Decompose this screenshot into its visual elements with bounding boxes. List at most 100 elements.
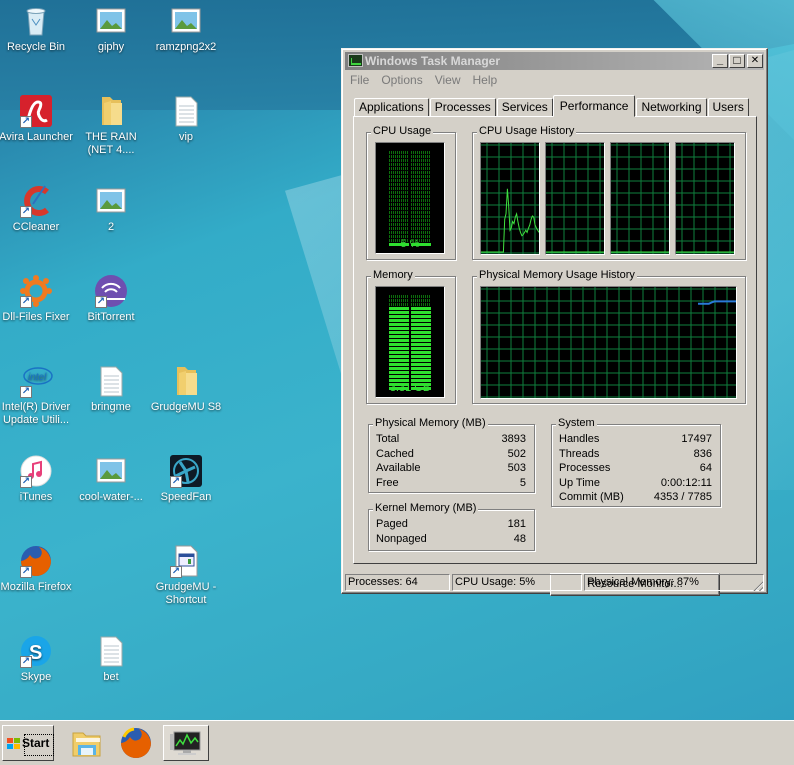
stat-key: Cached: [376, 448, 414, 460]
desktop-icon[interactable]: ↗ SpeedFan: [148, 454, 224, 504]
cpu-meter-segment-off: [389, 159, 409, 162]
desktop-icon-label: bringme: [91, 401, 131, 413]
memory-meter-segment-on: [389, 371, 409, 374]
cpu-meter-segment-off: [411, 235, 431, 238]
status-cpu-usage: CPU Usage: 5%: [452, 574, 582, 591]
cpu-meter-segment-off: [389, 183, 409, 186]
memory-meter-column: [411, 295, 431, 391]
cpu-usage-label: CPU Usage: [371, 125, 434, 137]
desktop-icon[interactable]: ↗ Dll-Files Fixer: [0, 274, 74, 324]
desktop-icon[interactable]: 2: [73, 184, 149, 234]
taskbar-firefox[interactable]: [113, 725, 159, 761]
text-file-icon: [94, 364, 128, 398]
shortcut-arrow-icon: ↗: [20, 116, 32, 128]
desktop-icon[interactable]: vip: [148, 94, 224, 144]
taskbar-task-manager[interactable]: [163, 725, 209, 761]
shortcut-arrow-icon: ↗: [20, 656, 32, 668]
desktop-icon[interactable]: ↗ CCleaner: [0, 184, 74, 234]
cpu-meter-segment-off: [389, 191, 409, 194]
cpu-meter-segment-off: [411, 171, 431, 174]
memory-meter-segment-on: [389, 319, 409, 322]
tab-performance[interactable]: Performance: [552, 95, 636, 117]
stat-row-available: Available 503: [376, 462, 526, 476]
memory-meter-segment-on: [411, 343, 431, 346]
menu-view[interactable]: View: [433, 72, 467, 90]
shortcut-arrow-icon: ↗: [20, 476, 32, 488]
stat-key: Nonpaged: [376, 533, 427, 545]
minimize-button[interactable]: _: [712, 54, 728, 68]
stat-key: Commit (MB): [559, 491, 624, 503]
memory-meter-segment-on: [411, 351, 431, 354]
desktop-icon[interactable]: ↗ Avira Launcher: [0, 94, 74, 144]
menu-options[interactable]: Options: [379, 72, 428, 90]
tab-applications[interactable]: Applications: [354, 98, 429, 117]
desktop-icon[interactable]: bringme: [73, 364, 149, 414]
desktop-icon[interactable]: S ↗ Skype: [0, 634, 74, 684]
cpu-meter-segment-off: [411, 207, 431, 210]
memory-meter-segment-off: [411, 299, 431, 302]
memory-meter-segment-on: [389, 327, 409, 330]
cpu-core-graph-2: [545, 142, 605, 255]
cpu-meter-segment-off: [411, 187, 431, 190]
memory-meter-segment-on: [389, 355, 409, 358]
bittorrent-icon: ↗: [94, 274, 128, 308]
desktop-icon-label: ramzpng2x2: [155, 41, 217, 53]
stat-value: 3893: [501, 433, 526, 445]
title-bar[interactable]: Windows Task Manager _ □ ✕: [345, 52, 764, 70]
memory-meter-segment-on: [411, 331, 431, 334]
stat-key: Available: [376, 462, 421, 474]
desktop-icon[interactable]: bet: [73, 634, 149, 684]
memory-meter-segment-on: [411, 323, 431, 326]
kernel-memory-label: Kernel Memory (MB): [373, 502, 479, 514]
cpu-meter-segment-off: [389, 187, 409, 190]
desktop-icon[interactable]: GrudgeMU S8: [148, 364, 224, 414]
desktop-icon[interactable]: ↗ BitTorrent: [73, 274, 149, 324]
stat-value: 836: [693, 448, 712, 460]
start-button[interactable]: Start: [2, 725, 54, 761]
desktop-icon[interactable]: ↗ GrudgeMU - Shortcut: [148, 544, 224, 607]
memory-meter-segment-on: [411, 315, 431, 318]
cpu-core-graph-3: [610, 142, 670, 255]
close-button[interactable]: ✕: [747, 54, 763, 68]
tab-networking[interactable]: Networking: [636, 98, 707, 117]
cpu-meter-segment-off: [389, 167, 409, 170]
cpu-meter-segment-off: [411, 203, 431, 206]
tab-users[interactable]: Users: [707, 98, 749, 117]
stat-key: Processes: [559, 462, 611, 474]
desktop-icon[interactable]: ramzpng2x2: [148, 4, 224, 54]
menu-file[interactable]: File: [348, 72, 375, 90]
desktop-icon[interactable]: THE RAIN (NET 4....: [73, 94, 149, 157]
intel-icon: intel ↗: [19, 364, 53, 398]
maximize-button[interactable]: □: [729, 54, 745, 68]
memory-meter-segment-on: [389, 335, 409, 338]
memory-meter-segment-on: [389, 331, 409, 334]
status-processes: Processes: 64: [345, 574, 450, 591]
desktop-icon-label: Mozilla Firefox: [0, 581, 72, 593]
tab-services[interactable]: Services: [496, 98, 553, 117]
desktop-icon[interactable]: ↗ iTunes: [0, 454, 74, 504]
cpu-meter-segment-off: [411, 223, 431, 226]
cpu-meter-segment-off: [389, 215, 409, 218]
cpu-meter-segment-off: [389, 231, 409, 234]
desktop-icon-label: BitTorrent: [87, 311, 135, 323]
desktop-icon-label: iTunes: [19, 491, 53, 503]
memory-meter-segment-on: [411, 335, 431, 338]
memory-meter-segment-on: [389, 367, 409, 370]
memory-meter-segment-on: [411, 367, 431, 370]
desktop-icon[interactable]: intel ↗ Intel(R) Driver Update Utili...: [0, 364, 74, 427]
cpu-usage-meter: 5 %: [375, 142, 445, 254]
desktop-icon[interactable]: cool-water-...: [73, 454, 149, 504]
desktop-icon-label: THE RAIN (NET 4....: [85, 131, 137, 156]
dll-fixer-icon: ↗: [19, 274, 53, 308]
tab-processes[interactable]: Processes: [429, 98, 496, 117]
physical-memory-group: Physical Memory (MB) Total 3893 Cached 502…: [368, 417, 535, 493]
desktop-icon[interactable]: giphy: [73, 4, 149, 54]
menu-help[interactable]: Help: [471, 72, 504, 90]
window-title: Windows Task Manager: [365, 54, 501, 68]
image-file-icon: [94, 4, 128, 38]
taskbar-file-explorer[interactable]: [64, 725, 110, 761]
cpu-meter-segment-off: [411, 151, 431, 154]
desktop-icon[interactable]: ↗ Mozilla Firefox: [0, 544, 74, 594]
desktop-icon[interactable]: Recycle Bin: [0, 4, 74, 54]
memory-history-graph: [480, 286, 737, 399]
